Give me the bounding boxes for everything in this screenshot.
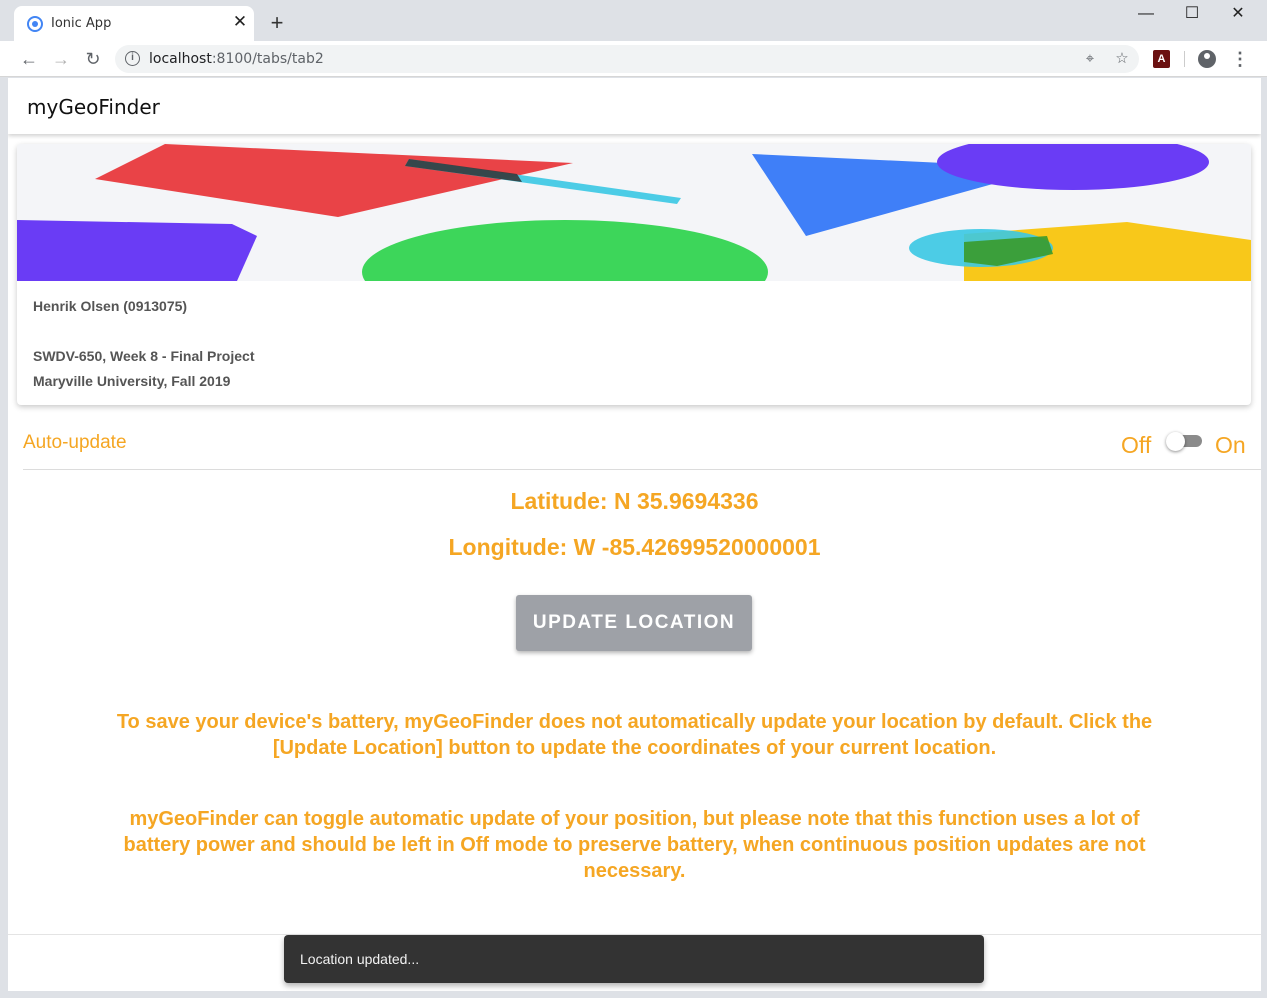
maximize-button[interactable]: ☐	[1169, 0, 1215, 28]
card-banner-image	[17, 144, 1251, 281]
site-info-icon[interactable]: i	[125, 51, 140, 66]
browser-window: Ionic App ✕ + — ☐ ✕ ← → ↻ i localhost:81…	[0, 0, 1267, 998]
menu-icon[interactable]: ⋮	[1230, 48, 1250, 70]
update-location-button[interactable]: UPDATE LOCATION	[516, 595, 752, 651]
address-bar[interactable]: i localhost:8100/tabs/tab2 ⌖ ☆	[115, 45, 1139, 73]
minimize-button[interactable]: —	[1123, 0, 1169, 28]
new-tab-button[interactable]: +	[266, 12, 288, 34]
browser-tab[interactable]: Ionic App ✕	[14, 6, 254, 42]
app-header: myGeoFinder	[8, 78, 1261, 134]
toggle-off-label: Off	[1121, 432, 1152, 458]
info-card: Henrik Olsen (0913075) SWDV-650, Week 8 …	[17, 144, 1251, 405]
forward-button[interactable]: →	[50, 48, 72, 70]
card-course: SWDV-650, Week 8 - Final Project	[33, 348, 255, 364]
page-title: myGeoFinder	[27, 95, 160, 119]
star-icon[interactable]: ☆	[1113, 50, 1131, 68]
reload-button[interactable]: ↻	[82, 48, 104, 70]
url-path: :8100/tabs/tab2	[211, 51, 324, 67]
latitude-text: Latitude: N 35.9694336	[510, 488, 759, 514]
card-school: Maryville University, Fall 2019	[33, 373, 231, 389]
close-window-button[interactable]: ✕	[1215, 0, 1261, 28]
card-author: Henrik Olsen (0913075)	[33, 298, 188, 314]
auto-update-toggle[interactable]	[1166, 432, 1203, 451]
auto-update-label: Auto-update	[23, 432, 127, 453]
tab-title: Ionic App	[51, 16, 112, 31]
location-icon[interactable]: ⌖	[1081, 50, 1099, 68]
toggle-knob[interactable]	[1166, 432, 1185, 451]
tab-close-icon[interactable]: ✕	[230, 12, 250, 32]
tab-strip: Ionic App ✕ + — ☐ ✕	[0, 0, 1267, 42]
battery-info-text: To save your device's battery, myGeoFind…	[116, 711, 1153, 759]
longitude-text: Longitude: W -85.42699520000001	[448, 534, 821, 560]
pdf-extension-icon[interactable]: A	[1153, 50, 1170, 68]
toast-message: Location updated...	[300, 951, 420, 967]
url-host: localhost	[149, 51, 212, 67]
url-text[interactable]: localhost:8100/tabs/tab2	[149, 51, 324, 67]
auto-update-row: Auto-update Off On	[23, 426, 1261, 470]
toast-notification: Location updated...	[284, 935, 984, 983]
back-button[interactable]: ←	[18, 48, 40, 70]
toggle-on-label: On	[1215, 432, 1246, 458]
browser-toolbar: ← → ↻ i localhost:8100/tabs/tab2 ⌖ ☆ A ⋮	[0, 41, 1267, 77]
profile-icon[interactable]	[1198, 50, 1216, 68]
ionic-favicon-icon	[27, 16, 43, 32]
toolbar-divider	[1184, 51, 1185, 67]
auto-update-info-text: myGeoFinder can toggle automatic update …	[123, 808, 1146, 882]
page-viewport: myGeoFinder Henrik Olsen (0913075) SWDV-…	[8, 78, 1261, 991]
